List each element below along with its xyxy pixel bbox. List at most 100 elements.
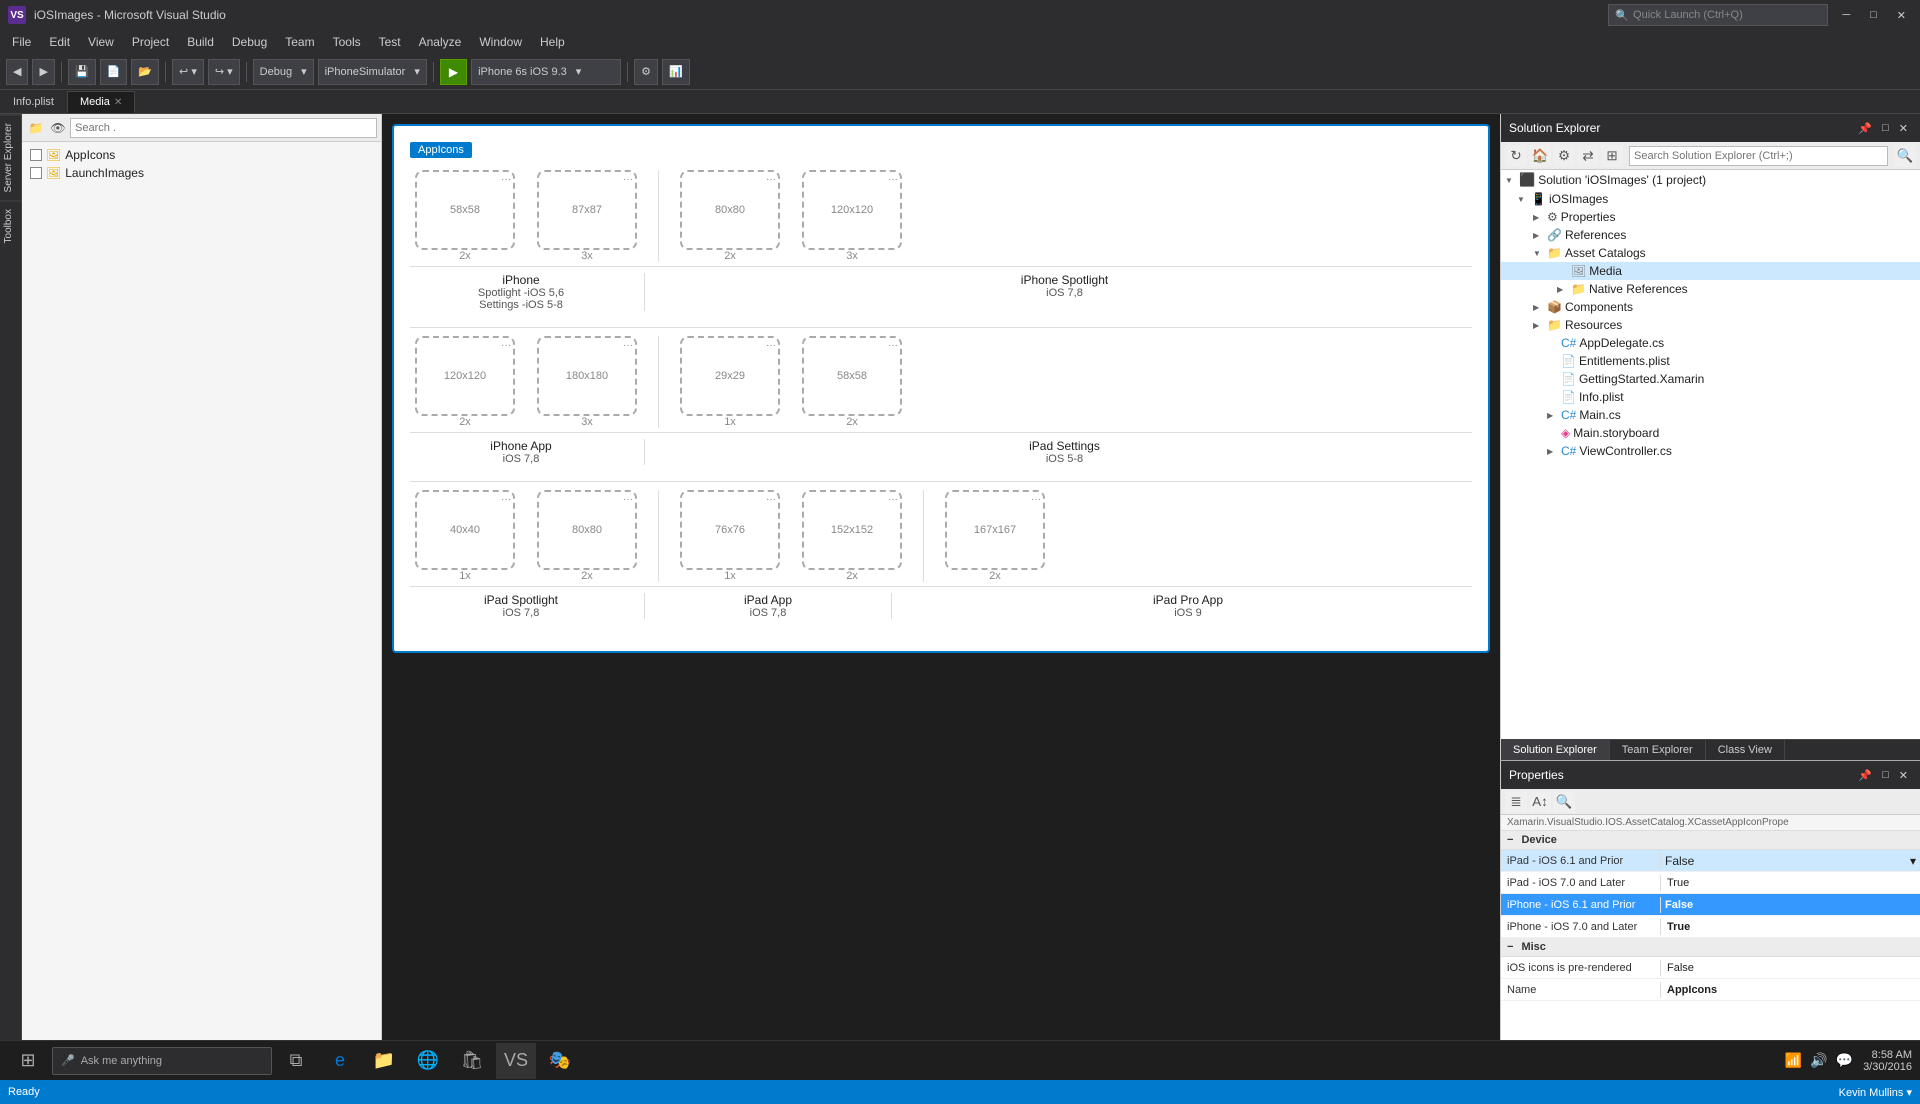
- pin-icon[interactable]: 📌: [1854, 120, 1876, 137]
- icon-box[interactable]: ··· 80x80: [680, 170, 780, 250]
- slot-menu-icon[interactable]: ···: [888, 174, 898, 185]
- solution-search-input[interactable]: [1629, 146, 1888, 166]
- slot-menu-icon[interactable]: ···: [888, 494, 898, 505]
- tab-infoplist[interactable]: Info.plist: [0, 91, 67, 113]
- maximize-icon[interactable]: □: [1878, 120, 1893, 137]
- close-icon[interactable]: ✕: [114, 97, 122, 108]
- start-button[interactable]: ⊞: [8, 1043, 48, 1079]
- platform-dropdown[interactable]: iPhoneSimulator ▾: [318, 59, 427, 85]
- save-button[interactable]: 💾: [68, 59, 96, 85]
- monitor-button[interactable]: 📊: [662, 59, 690, 85]
- slot-menu-icon[interactable]: ···: [1031, 494, 1041, 505]
- settings-button[interactable]: ⚙: [1553, 145, 1575, 167]
- se-tab-class[interactable]: Class View: [1706, 740, 1785, 760]
- sync-button[interactable]: ⇄: [1577, 145, 1599, 167]
- tree-resources[interactable]: 📁 Resources: [1501, 316, 1920, 334]
- props-categorized-btn[interactable]: ≣: [1505, 791, 1527, 813]
- menu-analyze[interactable]: Analyze: [411, 33, 470, 51]
- notification-icon[interactable]: 💬: [1834, 1050, 1855, 1071]
- diagnostics-button[interactable]: ⚙: [634, 59, 658, 85]
- pin-icon[interactable]: 📌: [1854, 767, 1876, 784]
- props-row-name[interactable]: Name AppIcons: [1501, 979, 1920, 1001]
- icon-box[interactable]: ··· 40x40: [415, 490, 515, 570]
- forward-button[interactable]: ▶: [32, 59, 54, 85]
- slot-menu-icon[interactable]: ···: [501, 340, 511, 351]
- tree-entitlements[interactable]: 📄 Entitlements.plist: [1501, 352, 1920, 370]
- slot-menu-icon[interactable]: ···: [766, 174, 776, 185]
- slot-menu-icon[interactable]: ···: [623, 174, 633, 185]
- back-button[interactable]: ◀: [6, 59, 28, 85]
- home-button[interactable]: 🏠: [1529, 145, 1551, 167]
- tree-infoplist[interactable]: 📄 Info.plist: [1501, 388, 1920, 406]
- props-alpha-btn[interactable]: A↕: [1529, 791, 1551, 813]
- icon-box[interactable]: ··· 80x80: [537, 490, 637, 570]
- run-button[interactable]: ▶: [440, 59, 467, 85]
- menu-build[interactable]: Build: [179, 33, 222, 51]
- redo-button[interactable]: ↪ ▾: [208, 59, 240, 85]
- task-view-button[interactable]: ⧉: [276, 1043, 316, 1079]
- tree-gettingstarted[interactable]: 📄 GettingStarted.Xamarin: [1501, 370, 1920, 388]
- slot-menu-icon[interactable]: ···: [623, 340, 633, 351]
- tree-properties[interactable]: ⚙ Properties: [1501, 208, 1920, 226]
- tree-item-appicons[interactable]: 🖼 AppIcons: [26, 146, 377, 164]
- restore-button[interactable]: □: [1864, 7, 1883, 23]
- slot-menu-icon[interactable]: ···: [623, 494, 633, 505]
- volume-icon[interactable]: 🔊: [1808, 1050, 1829, 1071]
- menu-window[interactable]: Window: [471, 33, 530, 51]
- network-icon[interactable]: 📶: [1783, 1050, 1804, 1071]
- minimize-button[interactable]: ─: [1836, 7, 1856, 23]
- icon-box[interactable]: ··· 152x152: [802, 490, 902, 570]
- slot-menu-icon[interactable]: ···: [501, 174, 511, 185]
- props-row-prerendered[interactable]: iOS icons is pre-rendered False: [1501, 957, 1920, 979]
- tree-solution[interactable]: ⬛ Solution 'iOSImages' (1 project): [1501, 170, 1920, 190]
- ie-button[interactable]: 🌐: [408, 1043, 448, 1079]
- new-folder-icon[interactable]: 📁: [26, 118, 46, 138]
- icon-box[interactable]: ··· 180x180: [537, 336, 637, 416]
- slot-menu-icon[interactable]: ···: [766, 340, 776, 351]
- tree-components[interactable]: 📦 Components: [1501, 298, 1920, 316]
- menu-team[interactable]: Team: [277, 33, 322, 51]
- close-button[interactable]: ✕: [1891, 7, 1912, 24]
- menu-edit[interactable]: Edit: [41, 33, 78, 51]
- menu-test[interactable]: Test: [371, 33, 409, 51]
- icon-box[interactable]: ··· 76x76: [680, 490, 780, 570]
- tree-item-launchimages[interactable]: 🖼 LaunchImages: [26, 164, 377, 182]
- explorer-button[interactable]: 📁: [364, 1043, 404, 1079]
- icon-box[interactable]: ··· 87x87: [537, 170, 637, 250]
- tab-media[interactable]: Media ✕: [67, 91, 135, 113]
- cortana-search[interactable]: 🎤 Ask me anything: [52, 1047, 272, 1075]
- icon-box[interactable]: ··· 167x167: [945, 490, 1045, 570]
- menu-view[interactable]: View: [80, 33, 122, 51]
- props-row-ipad70[interactable]: iPad - iOS 7.0 and Later True: [1501, 872, 1920, 894]
- tree-appdelegate[interactable]: C# AppDelegate.cs: [1501, 334, 1920, 352]
- menu-debug[interactable]: Debug: [224, 33, 275, 51]
- server-explorer-tab[interactable]: Server Explorer: [0, 114, 21, 200]
- icon-box[interactable]: ··· 120x120: [415, 336, 515, 416]
- props-row-iphone70[interactable]: iPhone - iOS 7.0 and Later True: [1501, 916, 1920, 938]
- icon-box[interactable]: ··· 58x58: [802, 336, 902, 416]
- app-button[interactable]: 🎭: [540, 1043, 580, 1079]
- store-button[interactable]: 🛍: [452, 1043, 492, 1079]
- quick-launch-input[interactable]: 🔍 Quick Launch (Ctrl+Q): [1608, 4, 1828, 26]
- appicons-checkbox[interactable]: [30, 149, 42, 161]
- prop-dropdown[interactable]: False ▾: [1661, 854, 1920, 868]
- props-row-ipad61[interactable]: iPad - iOS 6.1 and Prior False ▾: [1501, 850, 1920, 872]
- tree-media[interactable]: 🖼 Media: [1501, 262, 1920, 280]
- tree-mainstoryboard[interactable]: ◈ Main.storyboard: [1501, 424, 1920, 442]
- vs-taskbar-button[interactable]: VS: [496, 1043, 536, 1079]
- props-row-iphone61[interactable]: iPhone - iOS 6.1 and Prior False: [1501, 894, 1920, 916]
- se-tab-team[interactable]: Team Explorer: [1610, 740, 1706, 760]
- icon-box[interactable]: ··· 29x29: [680, 336, 780, 416]
- edge-button[interactable]: e: [320, 1043, 360, 1079]
- tree-maincs[interactable]: C# Main.cs: [1501, 406, 1920, 424]
- new-item-button[interactable]: 📄: [100, 59, 128, 85]
- tree-viewcontroller[interactable]: C# ViewController.cs: [1501, 442, 1920, 460]
- undo-button[interactable]: ↩ ▾: [172, 59, 204, 85]
- icon-box[interactable]: ··· 120x120: [802, 170, 902, 250]
- menu-help[interactable]: Help: [532, 33, 573, 51]
- tree-asset-catalogs[interactable]: 📁 Asset Catalogs: [1501, 244, 1920, 262]
- menu-file[interactable]: File: [4, 33, 39, 51]
- slot-menu-icon[interactable]: ···: [888, 340, 898, 351]
- show-all-icon[interactable]: 👁: [48, 118, 68, 138]
- close-icon[interactable]: ✕: [1895, 767, 1912, 784]
